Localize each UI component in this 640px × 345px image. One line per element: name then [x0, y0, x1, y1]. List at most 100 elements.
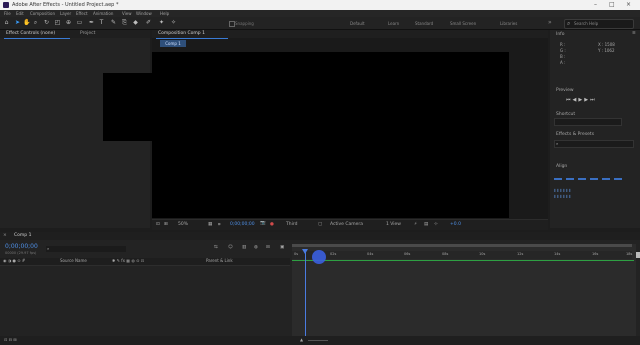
pen-icon[interactable]: ✒: [88, 19, 95, 26]
hand-icon[interactable]: ✋: [23, 19, 30, 26]
tab-effect-controls[interactable]: Effect Controls (none): [6, 31, 55, 36]
always-preview-icon[interactable]: ⊡: [156, 222, 160, 227]
shy-icon[interactable]: ☺: [228, 245, 233, 250]
workspace-standard[interactable]: Standard: [415, 21, 433, 26]
ruler-label: 06s: [404, 252, 411, 256]
maximize-icon[interactable]: □: [609, 1, 615, 8]
align-top-icon[interactable]: [590, 178, 598, 180]
region-icon[interactable]: ▢: [318, 222, 322, 227]
last-frame-icon[interactable]: ⏭: [590, 97, 597, 103]
layer-header: ◉ ◑ ● ⊙ # Source Name ✱ ✎ fx ▦ ◍ ⊙ ⊡ Par…: [0, 258, 290, 266]
tab-comp-1[interactable]: Comp 1: [14, 233, 31, 238]
pan-behind-icon[interactable]: ⊕: [65, 19, 72, 26]
close-icon[interactable]: ×: [626, 1, 631, 8]
menu-view[interactable]: View: [122, 11, 132, 16]
source-name-header[interactable]: Source Name: [60, 258, 87, 263]
layer-search-field[interactable]: ⌕: [46, 246, 126, 252]
snapshot-icon[interactable]: 📷: [260, 221, 266, 226]
menu-layer[interactable]: Layer: [60, 11, 71, 16]
playhead-line[interactable]: [305, 250, 306, 345]
tools-bar: ⌂ ➤ ✋ ⌕ ↻ ◰ ⊕ ▭ ✒ T ✎ ⎘ ◆ ✐ ✦ ✧ Snapping…: [0, 17, 640, 30]
project-tab-row: Effect Controls (none) Project: [0, 30, 150, 38]
brush-icon[interactable]: ✎: [110, 19, 117, 26]
zoom-icon[interactable]: ⌕: [32, 19, 39, 26]
pin-icon[interactable]: ✧: [170, 19, 177, 26]
eraser-icon[interactable]: ◆: [132, 19, 139, 26]
grid-icon[interactable]: ▦: [208, 222, 212, 227]
comp-flowchart-badge[interactable]: Comp 1: [160, 40, 186, 47]
zoom-out-icon[interactable]: ▲: [300, 337, 303, 342]
align-left-icon[interactable]: [554, 178, 562, 180]
switch-icons: ✱ ✎ fx ▦ ◍ ⊙ ⊡: [112, 258, 145, 263]
views-dropdown[interactable]: 1 View: [386, 222, 401, 227]
resolution-dropdown[interactable]: Third: [286, 222, 297, 227]
clone-icon[interactable]: ⎘: [121, 19, 128, 26]
camera-view-dropdown[interactable]: Active Camera: [330, 222, 363, 227]
workspace-libraries[interactable]: Libraries: [500, 21, 517, 26]
fast-preview-icon[interactable]: ⚡: [414, 222, 417, 227]
zoom-navigator[interactable]: [292, 244, 632, 247]
rotate-icon[interactable]: ↻: [43, 19, 50, 26]
motion-blur-icon[interactable]: ◍: [254, 245, 258, 250]
menu-effect[interactable]: Effect: [76, 11, 88, 16]
parent-link-header[interactable]: Parent & Link: [206, 258, 233, 263]
roto-icon[interactable]: ✐: [145, 19, 152, 26]
ruler-label: 18s: [626, 252, 633, 256]
zoom-dropdown[interactable]: 50%: [178, 222, 188, 227]
app-icon: [3, 2, 9, 8]
text-icon[interactable]: T: [98, 19, 105, 26]
timeline-icon[interactable]: ▤: [424, 222, 428, 227]
layer-switches-toggle-icon[interactable]: ⊡ ⊟ ⊞: [4, 337, 17, 342]
menu-edit[interactable]: Edit: [16, 11, 24, 16]
minimize-icon[interactable]: –: [594, 1, 597, 8]
info-menu-icon[interactable]: ≡: [632, 31, 636, 36]
timeline-zoom-slider[interactable]: [308, 340, 328, 341]
work-area-bar[interactable]: [292, 260, 634, 261]
menu-file[interactable]: File: [4, 11, 11, 16]
graph-editor-icon[interactable]: ⊟: [266, 245, 270, 250]
menu-window[interactable]: Window: [136, 11, 152, 16]
tab-composition[interactable]: Composition Comp 1: [158, 31, 205, 36]
time-ruler[interactable]: 0s 02s 04s 06s 08s 10s 12s 14s 16s 18s: [292, 251, 632, 259]
align-bottom-icon[interactable]: [614, 178, 622, 180]
tab-project[interactable]: Project: [80, 31, 95, 36]
effects-search-field[interactable]: ⌕: [554, 140, 634, 148]
mask-icon[interactable]: ⊞: [164, 222, 168, 227]
timeline-tab-row: × Comp 1: [0, 232, 640, 240]
right-panels: Info ≡ R : G : B : A : X : 1508 Y : 1062…: [550, 30, 640, 228]
rectangle-icon[interactable]: ▭: [76, 19, 83, 26]
comp-mini-flowchart-icon[interactable]: ▣: [280, 245, 284, 250]
flowchart-icon[interactable]: ⊹: [434, 222, 438, 227]
ruler-label: 02s: [330, 252, 337, 256]
menu-composition[interactable]: Composition: [30, 11, 55, 16]
align-vcenter-icon[interactable]: [602, 178, 610, 180]
shortcut-dropdown[interactable]: [554, 118, 622, 126]
camera-icon[interactable]: ◰: [54, 19, 61, 26]
menu-help[interactable]: Help: [160, 11, 169, 16]
more-workspaces-icon[interactable]: »: [548, 19, 552, 26]
viewer-timecode[interactable]: 0;00;00;00: [230, 222, 255, 227]
search-help-field[interactable]: ⌕ Search Help: [564, 19, 634, 29]
exposure-value[interactable]: +0.0: [450, 222, 461, 227]
distribute-icons[interactable]: ⫴ ⫴ ⫴ ⫴ ⫴ ⫴ ⫴ ⫴ ⫴ ⫴ ⫴ ⫴: [554, 188, 634, 206]
work-area-end-handle[interactable]: [636, 252, 640, 258]
comp-tab-row: Composition Comp 1: [152, 30, 548, 38]
timeline-timecode[interactable]: 0;00;00;00: [5, 243, 38, 250]
workspace-default[interactable]: Default: [350, 21, 365, 26]
puppet-icon[interactable]: ✦: [158, 19, 165, 26]
menu-animation[interactable]: Animation: [93, 11, 113, 16]
align-right-icon[interactable]: [578, 178, 586, 180]
show-channel-icon[interactable]: ●: [270, 222, 274, 227]
draft-3d-icon[interactable]: ⇆: [214, 245, 218, 250]
frame-blend-icon[interactable]: ▥: [242, 245, 246, 250]
frame-icon[interactable]: ⌗: [218, 222, 221, 228]
selection-icon[interactable]: ➤: [14, 19, 21, 26]
home-icon[interactable]: ⌂: [3, 19, 10, 26]
timeline-footer: ⊡ ⊟ ⊞ ▲: [0, 336, 640, 345]
align-hcenter-icon[interactable]: [566, 178, 574, 180]
workspace-learn[interactable]: Learn: [388, 21, 399, 26]
close-tab-icon[interactable]: ×: [3, 233, 7, 238]
info-a: A :: [560, 60, 566, 65]
preview-panel-title: Preview: [556, 88, 574, 93]
workspace-small-screen[interactable]: Small Screen: [450, 21, 476, 26]
